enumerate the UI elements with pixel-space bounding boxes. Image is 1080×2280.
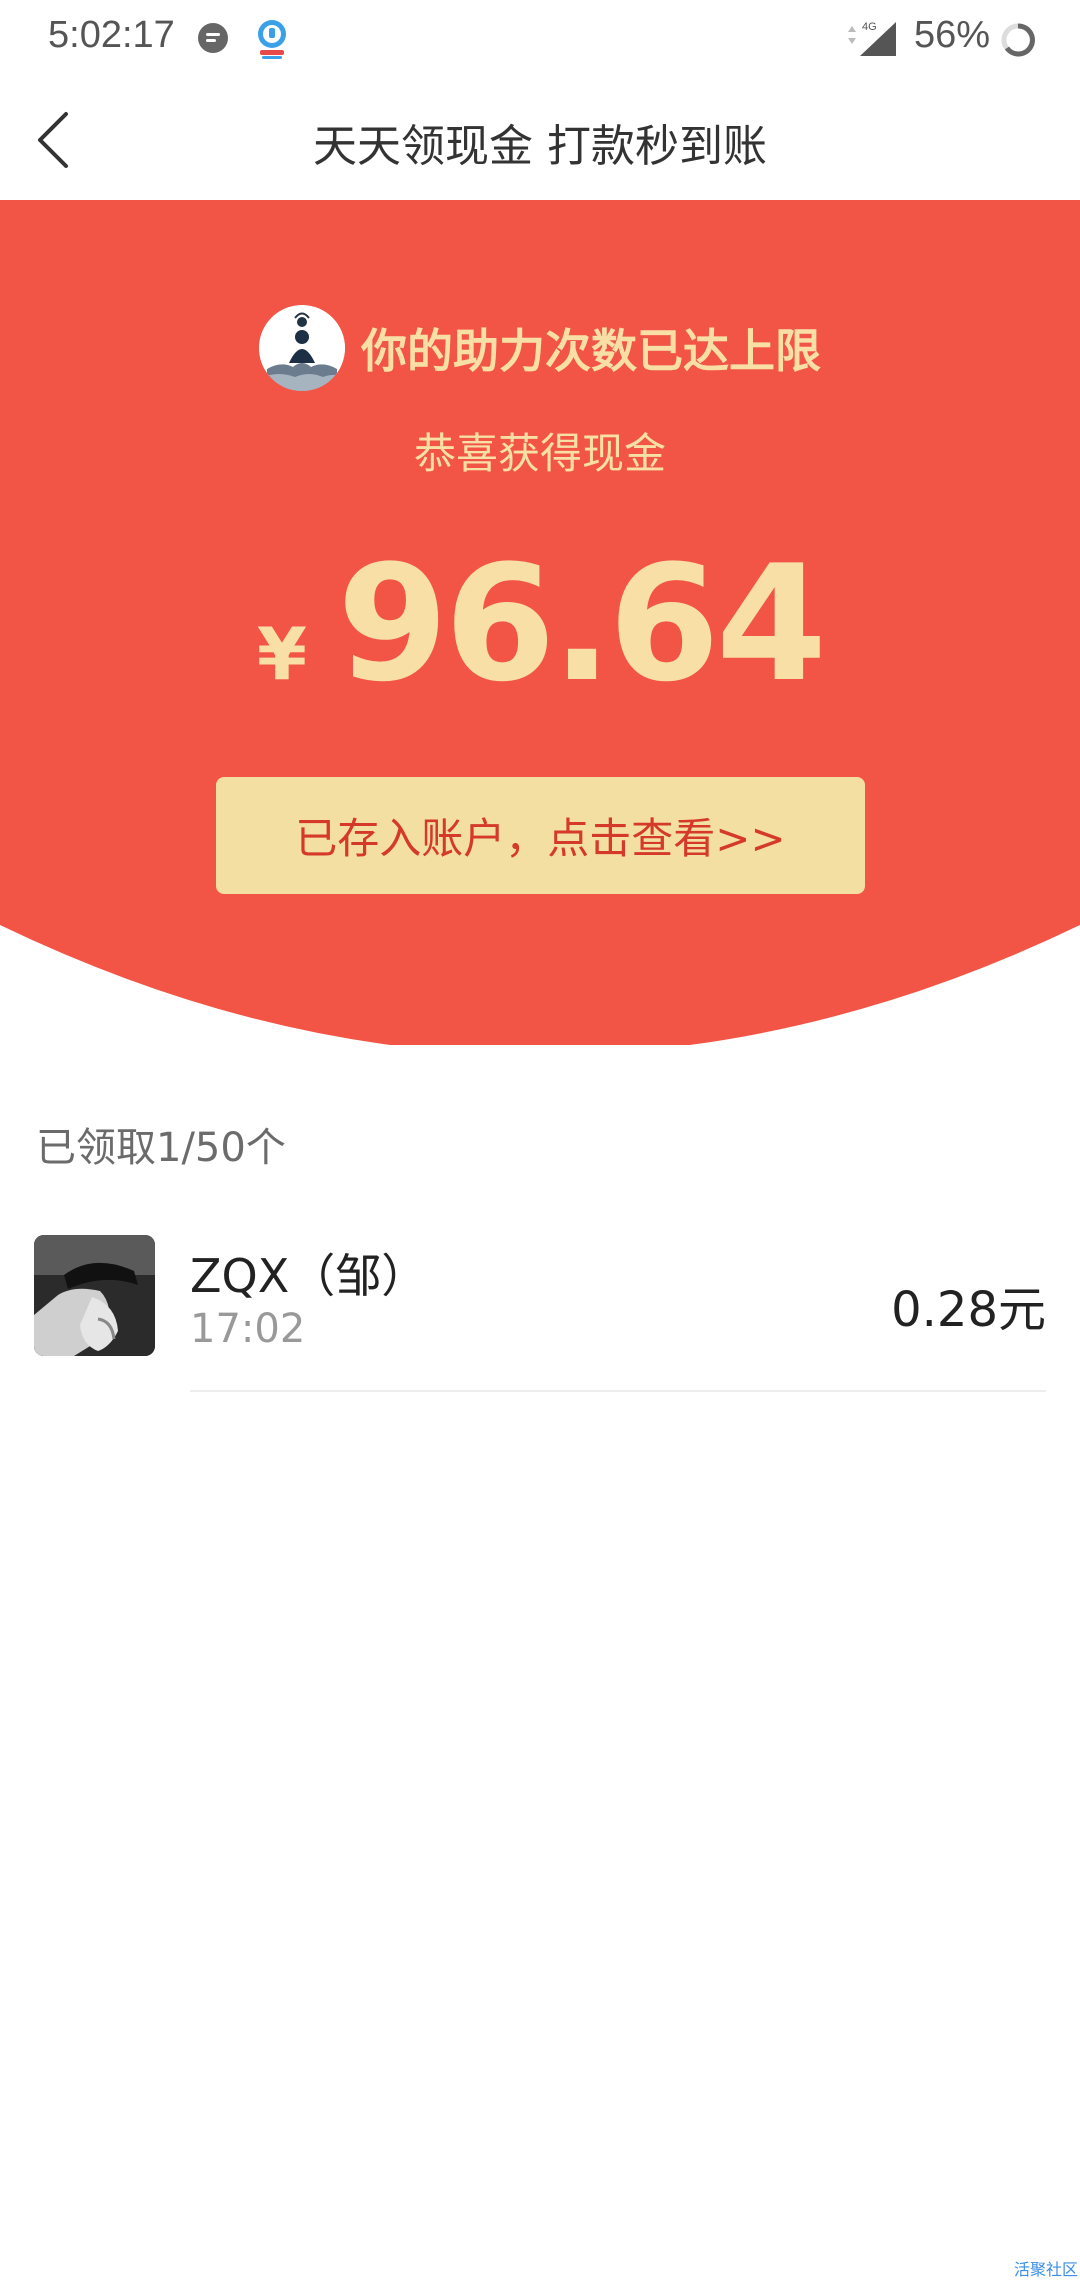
currency-symbol: ¥ [256, 612, 307, 696]
limit-reached-heading: 你的助力次数已达上限 [361, 324, 821, 378]
app-notify-icon [258, 20, 286, 59]
user-name: ZQX（邹） [190, 1249, 428, 1303]
svg-text:4G: 4G [862, 21, 877, 33]
page: 5:02:17 4G 56% 天天领现金 打款秒到账 你的助力次数已达上限 恭喜… [0, 0, 1080, 2280]
view-account-button[interactable]: 已存入账户，点击查看>> [216, 777, 865, 894]
list-item[interactable]: ZQX（邹） 17:02 0.28元 [0, 1230, 1080, 1392]
avatar [34, 1235, 155, 1356]
signal-icon: 4G [848, 21, 896, 56]
page-title: 天天领现金 打款秒到账 [313, 121, 767, 172]
battery-icon [1001, 23, 1035, 57]
nav-bar: 天天领现金 打款秒到账 [0, 80, 1080, 200]
claim-amount: 0.28元 [891, 1282, 1046, 1338]
claim-time: 17:02 [190, 1306, 306, 1352]
cash-amount: ¥ 96.64 [0, 530, 1080, 717]
reward-hero: 你的助力次数已达上限 恭喜获得现金 ¥ 96.64 已存入账户，点击查看>> [0, 200, 1080, 1045]
status-bar: 5:02:17 4G 56% [0, 0, 1080, 80]
divider [190, 1390, 1046, 1392]
congrats-subtitle: 恭喜获得现金 [413, 429, 666, 478]
chat-icon [198, 23, 228, 53]
hero-header: 你的助力次数已达上限 [0, 305, 1080, 391]
sender-avatar [259, 305, 345, 391]
status-time: 5:02:17 [48, 14, 175, 56]
watermark: 活聚社区 [1013, 2260, 1078, 2279]
amount-value: 96.64 [337, 530, 827, 717]
received-count: 已领取1/50个 [36, 1125, 286, 1171]
battery-percent: 56% [914, 14, 991, 56]
